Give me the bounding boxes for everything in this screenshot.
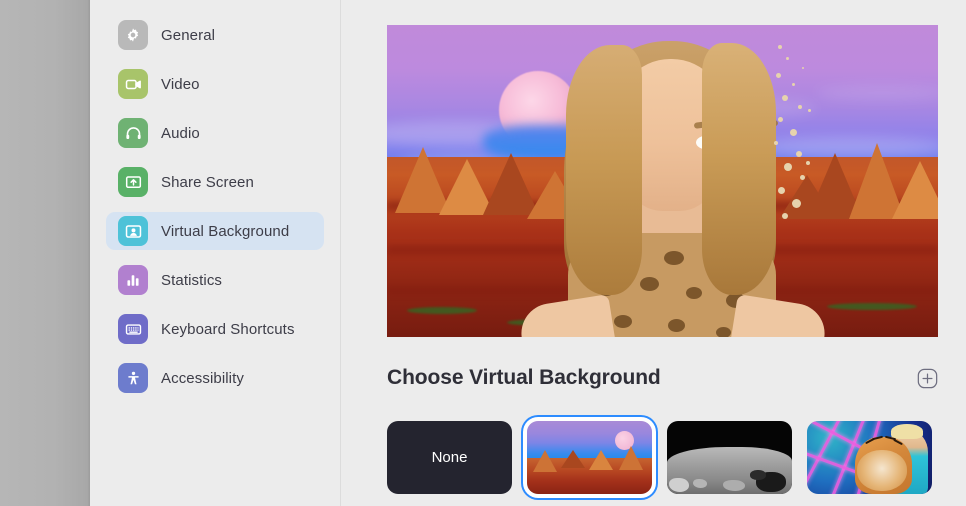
sidebar-item-audio[interactable]: Audio bbox=[106, 114, 324, 152]
sidebar-item-accessibility[interactable]: Accessibility bbox=[106, 359, 324, 397]
sidebar-item-video[interactable]: Video bbox=[106, 65, 324, 103]
accessibility-person-icon bbox=[118, 363, 148, 393]
virtual-background-icon bbox=[118, 216, 148, 246]
background-thumbnail-none[interactable]: None bbox=[387, 421, 512, 494]
headphones-icon bbox=[118, 118, 148, 148]
sidebar-item-label: Share Screen bbox=[161, 173, 254, 191]
sidebar-item-share-screen[interactable]: Share Screen bbox=[106, 163, 324, 201]
background-thumbnail-moon[interactable] bbox=[667, 421, 792, 494]
gear-icon bbox=[118, 20, 148, 50]
thumbnail-image-badlands bbox=[527, 421, 652, 494]
sidebar-item-label: General bbox=[161, 26, 216, 44]
preview-person bbox=[517, 33, 829, 337]
thumbnail-label: None bbox=[431, 449, 468, 466]
sidebar-item-general[interactable]: General bbox=[106, 16, 324, 54]
sidebar-item-virtual-background[interactable]: Virtual Background bbox=[106, 212, 324, 250]
video-preview[interactable] bbox=[387, 25, 938, 337]
background-thumbnail-badlands[interactable] bbox=[523, 417, 656, 498]
desktop-backdrop bbox=[0, 0, 90, 506]
thumbnail-image-moon bbox=[667, 421, 792, 494]
sidebar-nav-list: General Video Audio Share Screen Virtual… bbox=[90, 16, 340, 408]
sidebar-item-label: Audio bbox=[161, 124, 200, 142]
statistics-bars-icon bbox=[118, 265, 148, 295]
add-background-button[interactable] bbox=[917, 368, 938, 389]
settings-window: General Video Audio Share Screen Virtual… bbox=[0, 0, 966, 506]
settings-content-pane: Choose Virtual Background None bbox=[342, 0, 966, 506]
sidebar-item-keyboard-shortcuts[interactable]: Keyboard Shortcuts bbox=[106, 310, 324, 348]
page-title: Choose Virtual Background bbox=[387, 366, 661, 389]
sidebar-item-label: Virtual Background bbox=[161, 222, 290, 240]
preview-chromakey-artifact bbox=[772, 43, 814, 229]
sidebar-item-label: Keyboard Shortcuts bbox=[161, 320, 295, 338]
video-camera-icon bbox=[118, 69, 148, 99]
sidebar-item-statistics[interactable]: Statistics bbox=[106, 261, 324, 299]
background-thumbnail-tiger[interactable] bbox=[807, 421, 932, 494]
thumbnail-image-tiger bbox=[807, 421, 932, 494]
choose-background-header: Choose Virtual Background bbox=[387, 360, 938, 396]
settings-sidebar: General Video Audio Share Screen Virtual… bbox=[90, 0, 341, 506]
background-thumbnail-list: None bbox=[387, 417, 932, 498]
sidebar-item-label: Accessibility bbox=[161, 369, 244, 387]
sidebar-item-label: Statistics bbox=[161, 271, 223, 289]
sidebar-item-label: Video bbox=[161, 75, 200, 93]
keyboard-icon bbox=[118, 314, 148, 344]
share-screen-icon bbox=[118, 167, 148, 197]
